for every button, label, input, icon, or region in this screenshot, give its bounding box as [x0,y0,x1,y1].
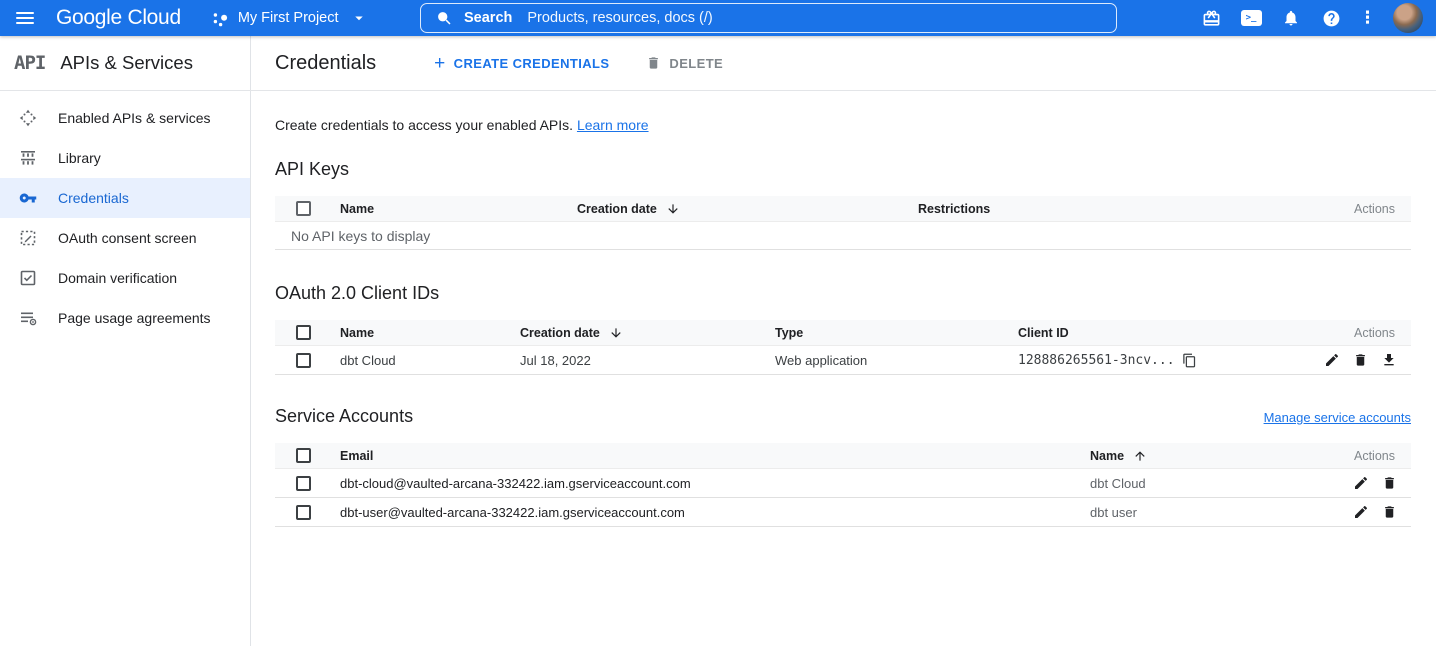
column-actions: Actions [1299,326,1411,340]
sidebar-item-enabled-apis[interactable]: Enabled APIs & services [0,98,250,138]
api-keys-table: Name Creation date Restrictions Actions … [275,196,1411,250]
topbar-actions: >_ ⋮ [1199,3,1436,33]
sort-desc-icon [666,202,680,216]
service-account-email: dbt-user@vaulted-arcana-332422.iam.gserv… [340,505,1090,520]
sidebar-item-page-usage-agreements[interactable]: Page usage agreements [0,298,250,338]
project-name: My First Project [238,10,339,26]
sidebar-item-credentials[interactable]: Credentials [0,178,250,218]
table-row: dbt-cloud@vaulted-arcana-332422.iam.gser… [275,469,1411,498]
edit-icon[interactable] [1324,352,1340,368]
column-email[interactable]: Email [340,449,1090,463]
edit-icon[interactable] [1353,504,1369,520]
sidebar: Enabled APIs & services Library Cre [0,91,251,646]
verified-checkbox-icon [18,270,38,286]
column-restrictions: Restrictions [918,202,1291,216]
column-name[interactable]: Name [1090,449,1319,463]
download-icon[interactable] [1381,352,1397,368]
more-options-icon[interactable]: ⋮ [1359,8,1373,28]
create-credentials-button[interactable]: + CREATE CREDENTIALS [434,54,609,73]
google-cloud-console: Google Cloud My First Project Search Pro… [0,0,1436,646]
api-keys-heading: API Keys [275,157,1411,181]
search-icon [436,10,453,27]
page-header: API APIs & Services Credentials + CREATE… [0,36,1436,91]
search-label: Search [464,10,512,26]
delete-icon[interactable] [1382,504,1397,520]
avatar[interactable] [1393,3,1423,33]
sort-desc-icon [609,326,623,340]
search-input[interactable]: Search Products, resources, docs (/) [420,3,1117,33]
gift-icon[interactable] [1199,6,1223,30]
select-all-checkbox[interactable] [296,201,311,216]
column-name[interactable]: Name [340,202,577,216]
service-account-name: dbt user [1090,505,1319,520]
client-id-value: 128886265561-3ncv... [1018,353,1175,368]
service-accounts-header-row: Email Name Actions [275,443,1411,469]
service-accounts-heading: Service Accounts [275,404,413,428]
page-toolbar: Credentials + CREATE CREDENTIALS DELETE [251,36,1436,90]
client-name: dbt Cloud [340,353,520,368]
main-content: Create credentials to access your enable… [251,91,1436,646]
help-icon[interactable] [1319,6,1343,30]
chevron-down-icon [350,9,377,27]
column-name[interactable]: Name [340,326,520,340]
page-title: Credentials [275,52,376,75]
delete-icon[interactable] [1353,352,1368,368]
row-checkbox[interactable] [296,505,311,520]
enabled-apis-icon [18,109,38,127]
select-all-checkbox[interactable] [296,448,311,463]
select-all-checkbox[interactable] [296,325,311,340]
project-switcher[interactable]: My First Project [211,9,377,27]
column-actions: Actions [1319,449,1411,463]
learn-more-link[interactable]: Learn more [577,117,649,133]
oauth-clients-table: Name Creation date Type Client ID Action… [275,320,1411,375]
manage-service-accounts-link[interactable]: Manage service accounts [1264,410,1411,425]
sort-asc-icon [1133,449,1147,463]
product-header: API APIs & Services [0,36,251,90]
row-checkbox[interactable] [296,476,311,491]
column-actions: Actions [1291,202,1411,216]
service-account-email: dbt-cloud@vaulted-arcana-332422.iam.gser… [340,476,1090,491]
project-icon [211,10,229,27]
column-creation-date[interactable]: Creation date [577,202,918,216]
api-keys-header-row: Name Creation date Restrictions Actions [275,196,1411,222]
menu-icon[interactable] [0,0,50,36]
search-placeholder: Products, resources, docs (/) [527,10,712,26]
table-row: dbt-user@vaulted-arcana-332422.iam.gserv… [275,498,1411,527]
library-icon [18,150,38,166]
google-cloud-logo[interactable]: Google Cloud [56,6,181,30]
client-type: Web application [775,353,1018,368]
column-creation-date[interactable]: Creation date [520,326,775,340]
notifications-icon[interactable] [1279,6,1303,30]
sidebar-item-domain-verification[interactable]: Domain verification [0,258,250,298]
key-icon [18,189,38,207]
agreements-gear-icon [18,310,38,326]
row-checkbox[interactable] [296,353,311,368]
service-account-name: dbt Cloud [1090,476,1319,491]
trash-icon [646,55,661,71]
delete-button[interactable]: DELETE [646,55,723,71]
delete-icon[interactable] [1382,475,1397,491]
column-type: Type [775,326,1018,340]
plus-icon: + [434,54,446,73]
edit-icon[interactable] [1353,475,1369,491]
product-title: APIs & Services [60,52,193,74]
topbar: Google Cloud My First Project Search Pro… [0,0,1436,36]
client-creation-date: Jul 18, 2022 [520,353,775,368]
copy-icon[interactable] [1182,353,1197,368]
oauth-clients-heading: OAuth 2.0 Client IDs [275,281,1411,305]
sidebar-item-library[interactable]: Library [0,138,250,178]
api-keys-empty-state: No API keys to display [275,222,1411,250]
intro-text: Create credentials to access your enable… [275,117,1411,133]
api-product-icon: API [14,52,45,74]
column-client-id: Client ID [1018,326,1299,340]
table-row: dbt Cloud Jul 18, 2022 Web application 1… [275,346,1411,375]
sidebar-item-oauth-consent[interactable]: OAuth consent screen [0,218,250,258]
consent-screen-icon [18,230,38,246]
service-accounts-table: Email Name Actions dbt-cloud@vaulted-arc… [275,443,1411,527]
cloud-shell-icon[interactable]: >_ [1239,6,1263,30]
oauth-header-row: Name Creation date Type Client ID Action… [275,320,1411,346]
